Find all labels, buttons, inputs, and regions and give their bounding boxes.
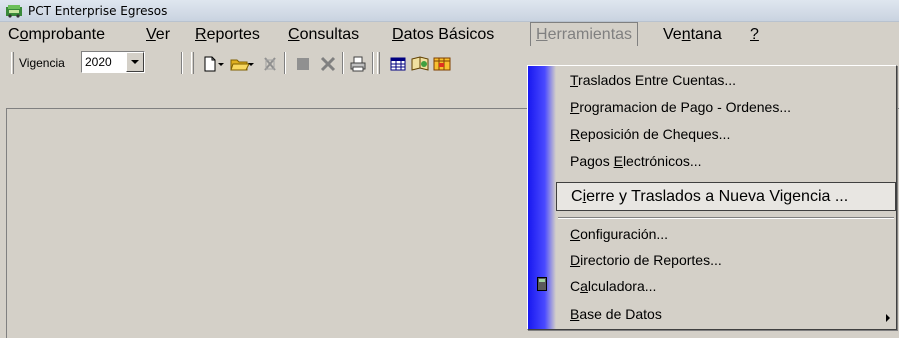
report-icon[interactable] [432, 55, 452, 73]
toolbar-separator [284, 52, 286, 74]
submenu-arrow-icon [886, 314, 890, 322]
menu-item-programacion-de-pago[interactable]: Programacion de Pago - Ordenes... [570, 99, 791, 115]
menu-ventana[interactable]: Ventana [663, 25, 722, 45]
delete-icon[interactable] [260, 55, 280, 73]
print-icon[interactable] [348, 55, 368, 73]
dropdown-arrow-icon[interactable] [216, 55, 226, 73]
menu-ver[interactable]: Ver [146, 25, 170, 45]
toolbar-separator [181, 52, 183, 74]
menu-help[interactable]: ? [750, 25, 759, 45]
book-icon[interactable] [410, 55, 430, 73]
menu-datos-basicos[interactable]: Datos Básicos [392, 25, 494, 45]
menu-bar: Comprobante Ver Reportes Consultas Datos… [0, 22, 899, 46]
stop-icon[interactable] [293, 55, 313, 73]
menu-item-pagos-electronicos[interactable]: Pagos Electrónicos... [570, 153, 702, 169]
app-icon [6, 5, 22, 18]
vigencia-select[interactable]: 2020 [81, 51, 145, 73]
menu-item-configuracion[interactable]: Configuración... [570, 226, 668, 242]
toolbar-grip[interactable] [377, 52, 380, 74]
vigencia-value: 2020 [85, 55, 112, 69]
toolbar-separator [342, 52, 344, 74]
menu-separator [558, 217, 894, 219]
menu-item-reposicion-de-cheques[interactable]: Reposición de Cheques... [570, 126, 730, 142]
menu-consultas[interactable]: Consultas [288, 25, 359, 45]
chevron-down-icon[interactable] [126, 52, 144, 72]
menu-item-calculadora[interactable]: Calculadora... [570, 278, 656, 294]
menu-item-cierre-traslados-nueva-vigencia[interactable]: Cierre y Traslados a Nueva Vigencia ... [556, 182, 896, 211]
menu-item-traslados-entre-cuentas[interactable]: Traslados Entre Cuentas... [570, 72, 736, 88]
cancel-x-icon[interactable] [318, 55, 338, 73]
menu-herramientas[interactable]: Herramientas [530, 22, 639, 46]
menu-reportes[interactable]: Reportes [195, 25, 260, 45]
toolbar-grip[interactable] [11, 52, 14, 74]
calculator-icon [537, 277, 547, 291]
menu-item-directorio-de-reportes[interactable]: Directorio de Reportes... [570, 252, 722, 268]
menu-comprobante[interactable]: Comprobante [8, 25, 105, 45]
toolbar-separator [372, 52, 374, 74]
herramientas-dropdown: Traslados Entre Cuentas... Programacion … [527, 65, 897, 330]
dropdown-arrow-icon[interactable] [246, 55, 256, 73]
grid-icon[interactable] [388, 55, 408, 73]
vigencia-label: Vigencia [19, 56, 65, 70]
window-title: PCT Enterprise Egresos [28, 4, 168, 18]
menu-item-label: Cierre y Traslados a Nueva Vigencia ... [571, 188, 849, 205]
toolbar-grip[interactable] [191, 52, 194, 74]
menu-item-base-de-datos[interactable]: Base de Datos [570, 306, 662, 322]
title-bar: PCT Enterprise Egresos [0, 0, 899, 22]
